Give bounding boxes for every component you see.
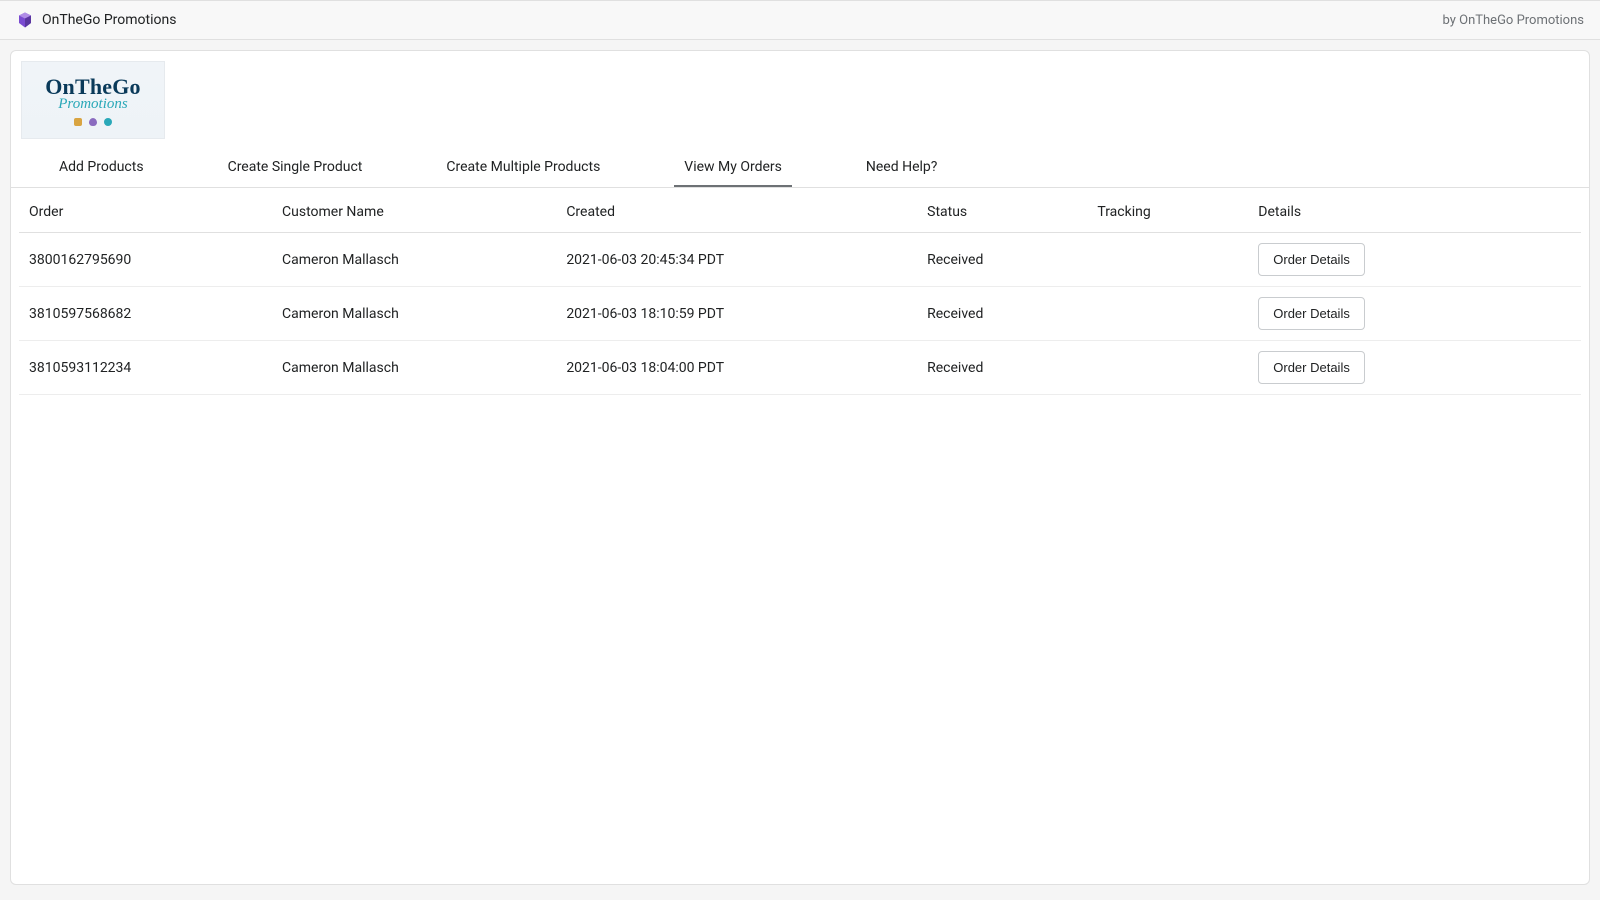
cell-details: Order Details: [1248, 233, 1581, 287]
order-details-button[interactable]: Order Details: [1258, 243, 1365, 276]
logo-mini-icons: [74, 118, 112, 126]
cell-tracking: [1087, 341, 1248, 395]
cell-customer: Cameron Mallasch: [272, 287, 556, 341]
app-title: OnTheGo Promotions: [42, 12, 176, 28]
th-status: Status: [917, 188, 1087, 233]
app-icon: [16, 11, 34, 29]
cell-order: 3810593112234: [19, 341, 272, 395]
mini-icon-3: [104, 118, 112, 126]
table-row: 3810593112234 Cameron Mallasch 2021-06-0…: [19, 341, 1581, 395]
cell-created: 2021-06-03 18:10:59 PDT: [556, 287, 917, 341]
cell-details: Order Details: [1248, 287, 1581, 341]
orders-table-wrap: Order Customer Name Created Status Track…: [11, 188, 1589, 395]
cell-order: 3810597568682: [19, 287, 272, 341]
tab-create-multiple-products[interactable]: Create Multiple Products: [404, 149, 642, 187]
cell-tracking: [1087, 287, 1248, 341]
order-details-button[interactable]: Order Details: [1258, 351, 1365, 384]
table-header-row: Order Customer Name Created Status Track…: [19, 188, 1581, 233]
table-row: 3810597568682 Cameron Mallasch 2021-06-0…: [19, 287, 1581, 341]
table-row: 3800162795690 Cameron Mallasch 2021-06-0…: [19, 233, 1581, 287]
th-created: Created: [556, 188, 917, 233]
brand-logo: OnTheGo Promotions: [21, 61, 165, 139]
th-details: Details: [1248, 188, 1581, 233]
mini-icon-1: [74, 118, 82, 126]
top-bar: OnTheGo Promotions by OnTheGo Promotions: [0, 0, 1600, 40]
cell-created: 2021-06-03 18:04:00 PDT: [556, 341, 917, 395]
th-tracking: Tracking: [1087, 188, 1248, 233]
cell-details: Order Details: [1248, 341, 1581, 395]
tabs: Add Products Create Single Product Creat…: [11, 149, 1589, 188]
cell-created: 2021-06-03 20:45:34 PDT: [556, 233, 917, 287]
main-wrapper: OnTheGo Promotions Add Products Create S…: [0, 40, 1600, 895]
mini-icon-2: [89, 118, 97, 126]
logo-text-sub: Promotions: [58, 96, 127, 113]
orders-table: Order Customer Name Created Status Track…: [19, 188, 1581, 395]
cell-tracking: [1087, 233, 1248, 287]
th-customer-name: Customer Name: [272, 188, 556, 233]
order-details-button[interactable]: Order Details: [1258, 297, 1365, 330]
cell-customer: Cameron Mallasch: [272, 341, 556, 395]
app-byline: by OnTheGo Promotions: [1443, 13, 1584, 28]
content-card: OnTheGo Promotions Add Products Create S…: [10, 50, 1590, 885]
cell-status: Received: [917, 287, 1087, 341]
tab-need-help[interactable]: Need Help?: [824, 149, 980, 187]
tab-create-single-product[interactable]: Create Single Product: [186, 149, 405, 187]
cell-status: Received: [917, 341, 1087, 395]
cell-customer: Cameron Mallasch: [272, 233, 556, 287]
th-order: Order: [19, 188, 272, 233]
tab-add-products[interactable]: Add Products: [17, 149, 186, 187]
cell-order: 3800162795690: [19, 233, 272, 287]
top-bar-left: OnTheGo Promotions: [16, 11, 176, 29]
cell-status: Received: [917, 233, 1087, 287]
tab-view-my-orders[interactable]: View My Orders: [642, 149, 824, 187]
